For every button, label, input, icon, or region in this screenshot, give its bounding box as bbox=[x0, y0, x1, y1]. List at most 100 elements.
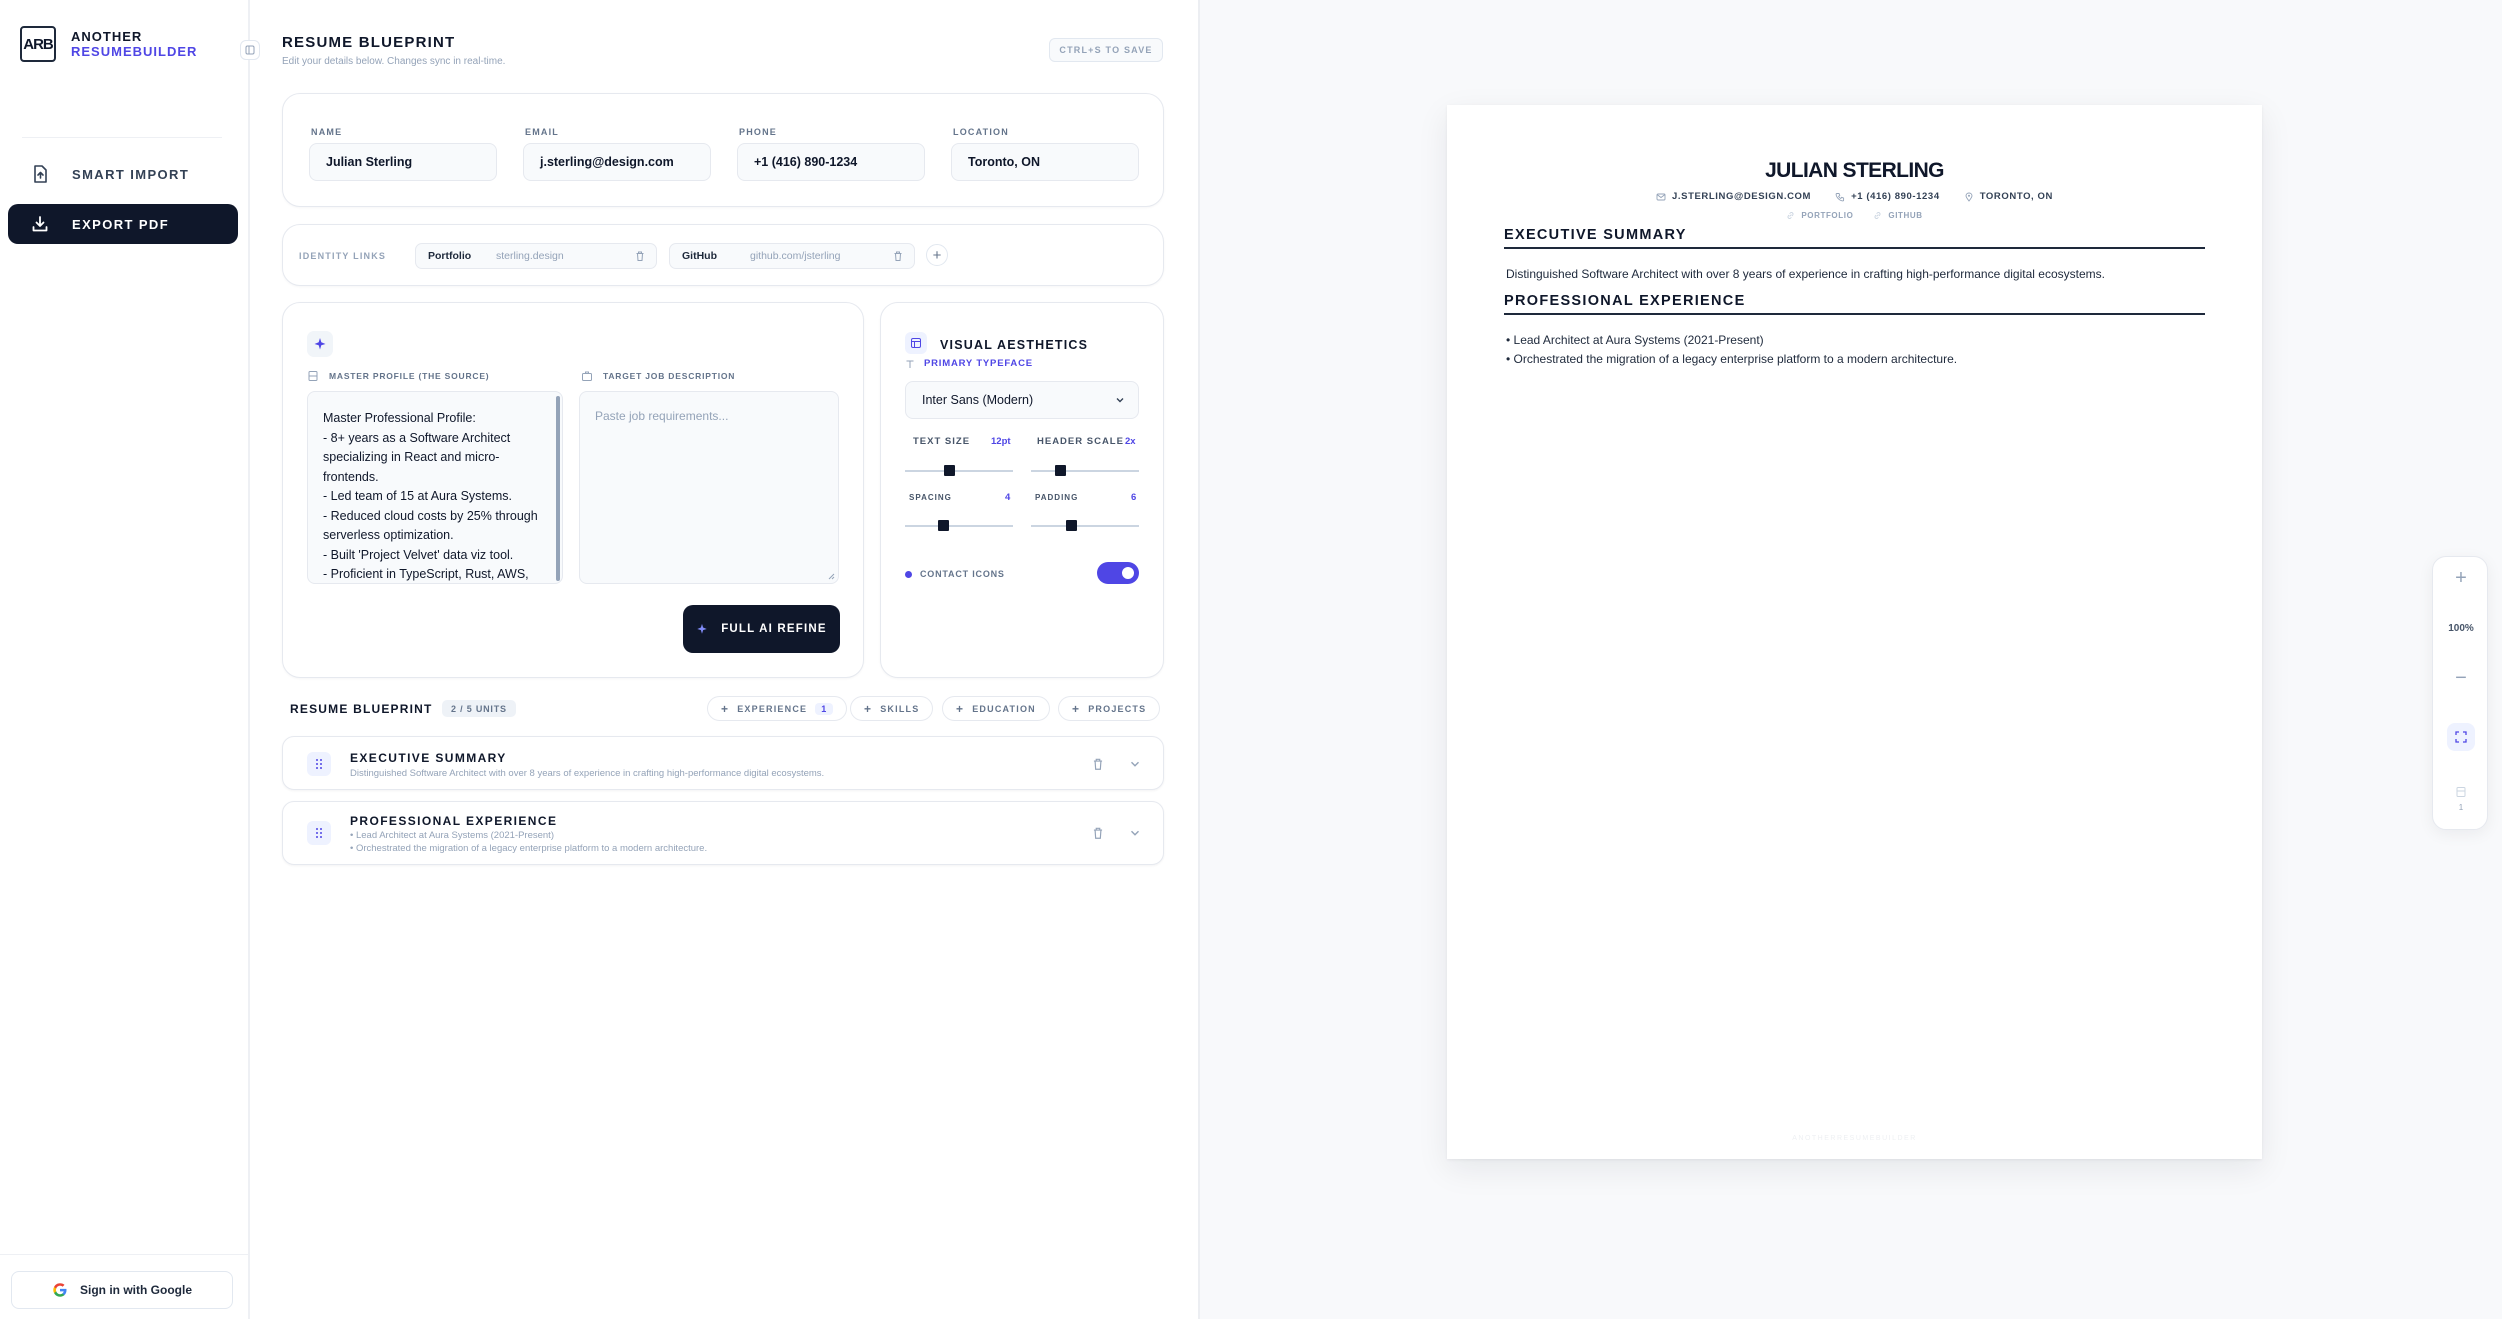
database-icon bbox=[308, 371, 318, 381]
add-projects-label: PROJECTS bbox=[1088, 703, 1147, 714]
header-scale-slider[interactable] bbox=[1031, 470, 1139, 472]
add-skills-button[interactable]: + SKILLS bbox=[850, 696, 934, 721]
download-icon bbox=[32, 216, 48, 232]
link-icon bbox=[1874, 212, 1881, 219]
link-url[interactable]: github.com/jsterling bbox=[750, 250, 840, 262]
section-description: Distinguished Software Architect with ov… bbox=[350, 768, 825, 779]
grip-icon bbox=[316, 828, 322, 838]
sparkle-button[interactable] bbox=[307, 331, 333, 357]
link-chip-portfolio[interactable]: Portfolio sterling.design bbox=[415, 243, 657, 269]
target-job-label: TARGET JOB DESCRIPTION bbox=[581, 370, 735, 382]
plus-icon: + bbox=[932, 246, 942, 264]
drag-handle[interactable] bbox=[307, 752, 331, 776]
add-education-label: EDUCATION bbox=[972, 703, 1036, 714]
resume-phone-text: +1 (416) 890-1234 bbox=[1851, 191, 1940, 202]
file-upload-icon bbox=[34, 165, 47, 183]
personal-info-card: NAME Julian Sterling EMAIL j.sterling@de… bbox=[282, 93, 1164, 207]
text-size-slider[interactable] bbox=[905, 470, 1013, 472]
resume-summary-heading: EXECUTIVE SUMMARY bbox=[1504, 227, 2205, 249]
primary-typeface-label: PRIMARY TYPEFACE bbox=[905, 358, 1033, 369]
add-experience-button[interactable]: + EXPERIENCE 1 bbox=[707, 696, 848, 721]
collapse-sidebar-button[interactable] bbox=[240, 40, 260, 60]
brand-logo: ARB bbox=[20, 26, 56, 62]
add-projects-button[interactable]: + PROJECTS bbox=[1058, 696, 1161, 721]
phone-field[interactable]: +1 (416) 890-1234 bbox=[737, 143, 925, 181]
sidebar: ARB ANOTHER RESUMEBUILDER SMART IMPORT E… bbox=[0, 0, 260, 1319]
trash-icon[interactable] bbox=[1091, 826, 1105, 840]
padding-slider-handle[interactable] bbox=[1066, 520, 1077, 531]
section-title: EXECUTIVE SUMMARY bbox=[350, 751, 507, 765]
contact-icons-toggle[interactable] bbox=[1097, 562, 1139, 584]
padding-slider[interactable] bbox=[1031, 525, 1139, 527]
smart-import-label: SMART IMPORT bbox=[72, 166, 190, 182]
smart-import-button[interactable]: SMART IMPORT bbox=[8, 154, 238, 194]
trash-icon[interactable] bbox=[892, 250, 904, 262]
mail-icon bbox=[1656, 193, 1666, 200]
header-scale-value: 2x bbox=[1125, 436, 1136, 447]
spacing-slider[interactable] bbox=[905, 525, 1013, 527]
resume-link-portfolio-text: PORTFOLIO bbox=[1801, 211, 1854, 220]
email-field[interactable]: j.sterling@design.com bbox=[523, 143, 711, 181]
section-row-professional-experience[interactable]: PROFESSIONAL EXPERIENCE • Lead Architect… bbox=[282, 801, 1164, 865]
resize-handle-icon[interactable] bbox=[827, 572, 835, 580]
typeface-select[interactable]: Inter Sans (Modern) bbox=[905, 381, 1139, 419]
chevron-down-icon[interactable] bbox=[1128, 757, 1142, 771]
resume-experience-item: • Lead Architect at Aura Systems (2021-P… bbox=[1506, 333, 1764, 347]
drag-handle[interactable] bbox=[307, 821, 331, 845]
zoom-out-button[interactable]: − bbox=[2433, 667, 2489, 690]
add-experience-label: EXPERIENCE bbox=[737, 703, 808, 714]
page-number: 1 bbox=[2458, 803, 2464, 812]
section-description-line2: • Orchestrated the migration of a legacy… bbox=[350, 843, 708, 854]
map-pin-icon bbox=[1965, 192, 1973, 202]
link-chip-github[interactable]: GitHub github.com/jsterling bbox=[669, 243, 915, 269]
target-job-placeholder: Paste job requirements... bbox=[595, 409, 729, 423]
sidebar-footer-divider bbox=[0, 1254, 250, 1255]
phone-label: PHONE bbox=[739, 127, 778, 137]
status-dot-icon bbox=[905, 570, 912, 578]
section-row-executive-summary[interactable]: EXECUTIVE SUMMARY Distinguished Software… bbox=[282, 736, 1164, 790]
padding-value: 6 bbox=[1131, 492, 1137, 503]
plus-icon: + bbox=[864, 701, 873, 716]
location-field[interactable]: Toronto, ON bbox=[951, 143, 1139, 181]
fullscreen-icon bbox=[2455, 731, 2467, 743]
visual-aesthetics-title: VISUAL AESTHETICS bbox=[940, 338, 1089, 352]
page-indicator: 1 bbox=[2433, 785, 2489, 812]
google-signin-label: Sign in with Google bbox=[80, 1283, 192, 1297]
resume-location: TORONTO, ON bbox=[1964, 191, 2053, 202]
trash-icon[interactable] bbox=[1091, 757, 1105, 771]
add-education-button[interactable]: + EDUCATION bbox=[942, 696, 1050, 721]
full-ai-refine-button[interactable]: FULL AI REFINE bbox=[683, 605, 840, 653]
spacing-label: SPACING bbox=[909, 493, 952, 502]
chevron-down-icon[interactable] bbox=[1128, 826, 1142, 840]
text-size-slider-handle[interactable] bbox=[944, 465, 955, 476]
plus-icon: + bbox=[721, 701, 730, 716]
spacing-slider-handle[interactable] bbox=[938, 520, 949, 531]
briefcase-icon bbox=[582, 371, 592, 381]
target-job-textarea[interactable]: Paste job requirements... bbox=[579, 391, 839, 584]
resume-experience-heading: PROFESSIONAL EXPERIENCE bbox=[1504, 293, 2205, 315]
export-pdf-button[interactable]: EXPORT PDF bbox=[8, 204, 238, 244]
header-scale-slider-handle[interactable] bbox=[1055, 465, 1066, 476]
google-signin-button[interactable]: Sign in with Google bbox=[11, 1271, 233, 1309]
master-profile-textarea[interactable]: Master Professional Profile: - 8+ years … bbox=[307, 391, 563, 584]
zoom-level: 100% bbox=[2448, 623, 2474, 634]
resume-link-github-text: GITHUB bbox=[1888, 211, 1923, 220]
blueprint-title: RESUME BLUEPRINT bbox=[290, 702, 433, 716]
name-label: NAME bbox=[311, 127, 343, 137]
name-field[interactable]: Julian Sterling bbox=[309, 143, 497, 181]
resume-link-github: GITHUB bbox=[1873, 211, 1922, 220]
sidebar-toggle-icon bbox=[245, 45, 255, 55]
scrollbar[interactable] bbox=[556, 396, 560, 581]
add-skills-label: SKILLS bbox=[880, 703, 920, 714]
master-profile-label: MASTER PROFILE (THE SOURCE) bbox=[307, 370, 489, 382]
add-link-button[interactable]: + bbox=[926, 244, 948, 266]
trash-icon[interactable] bbox=[634, 250, 646, 262]
spacing-value: 4 bbox=[1005, 492, 1011, 503]
fit-screen-button[interactable] bbox=[2447, 723, 2475, 751]
master-profile-label-text: MASTER PROFILE (THE SOURCE) bbox=[329, 371, 490, 381]
zoom-in-button[interactable]: + bbox=[2433, 567, 2489, 590]
visual-aesthetics-card: VISUAL AESTHETICS PRIMARY TYPEFACE Inter… bbox=[880, 302, 1164, 678]
plus-icon: + bbox=[956, 701, 965, 716]
link-url[interactable]: sterling.design bbox=[496, 250, 564, 262]
full-ai-refine-label: FULL AI REFINE bbox=[721, 623, 827, 635]
